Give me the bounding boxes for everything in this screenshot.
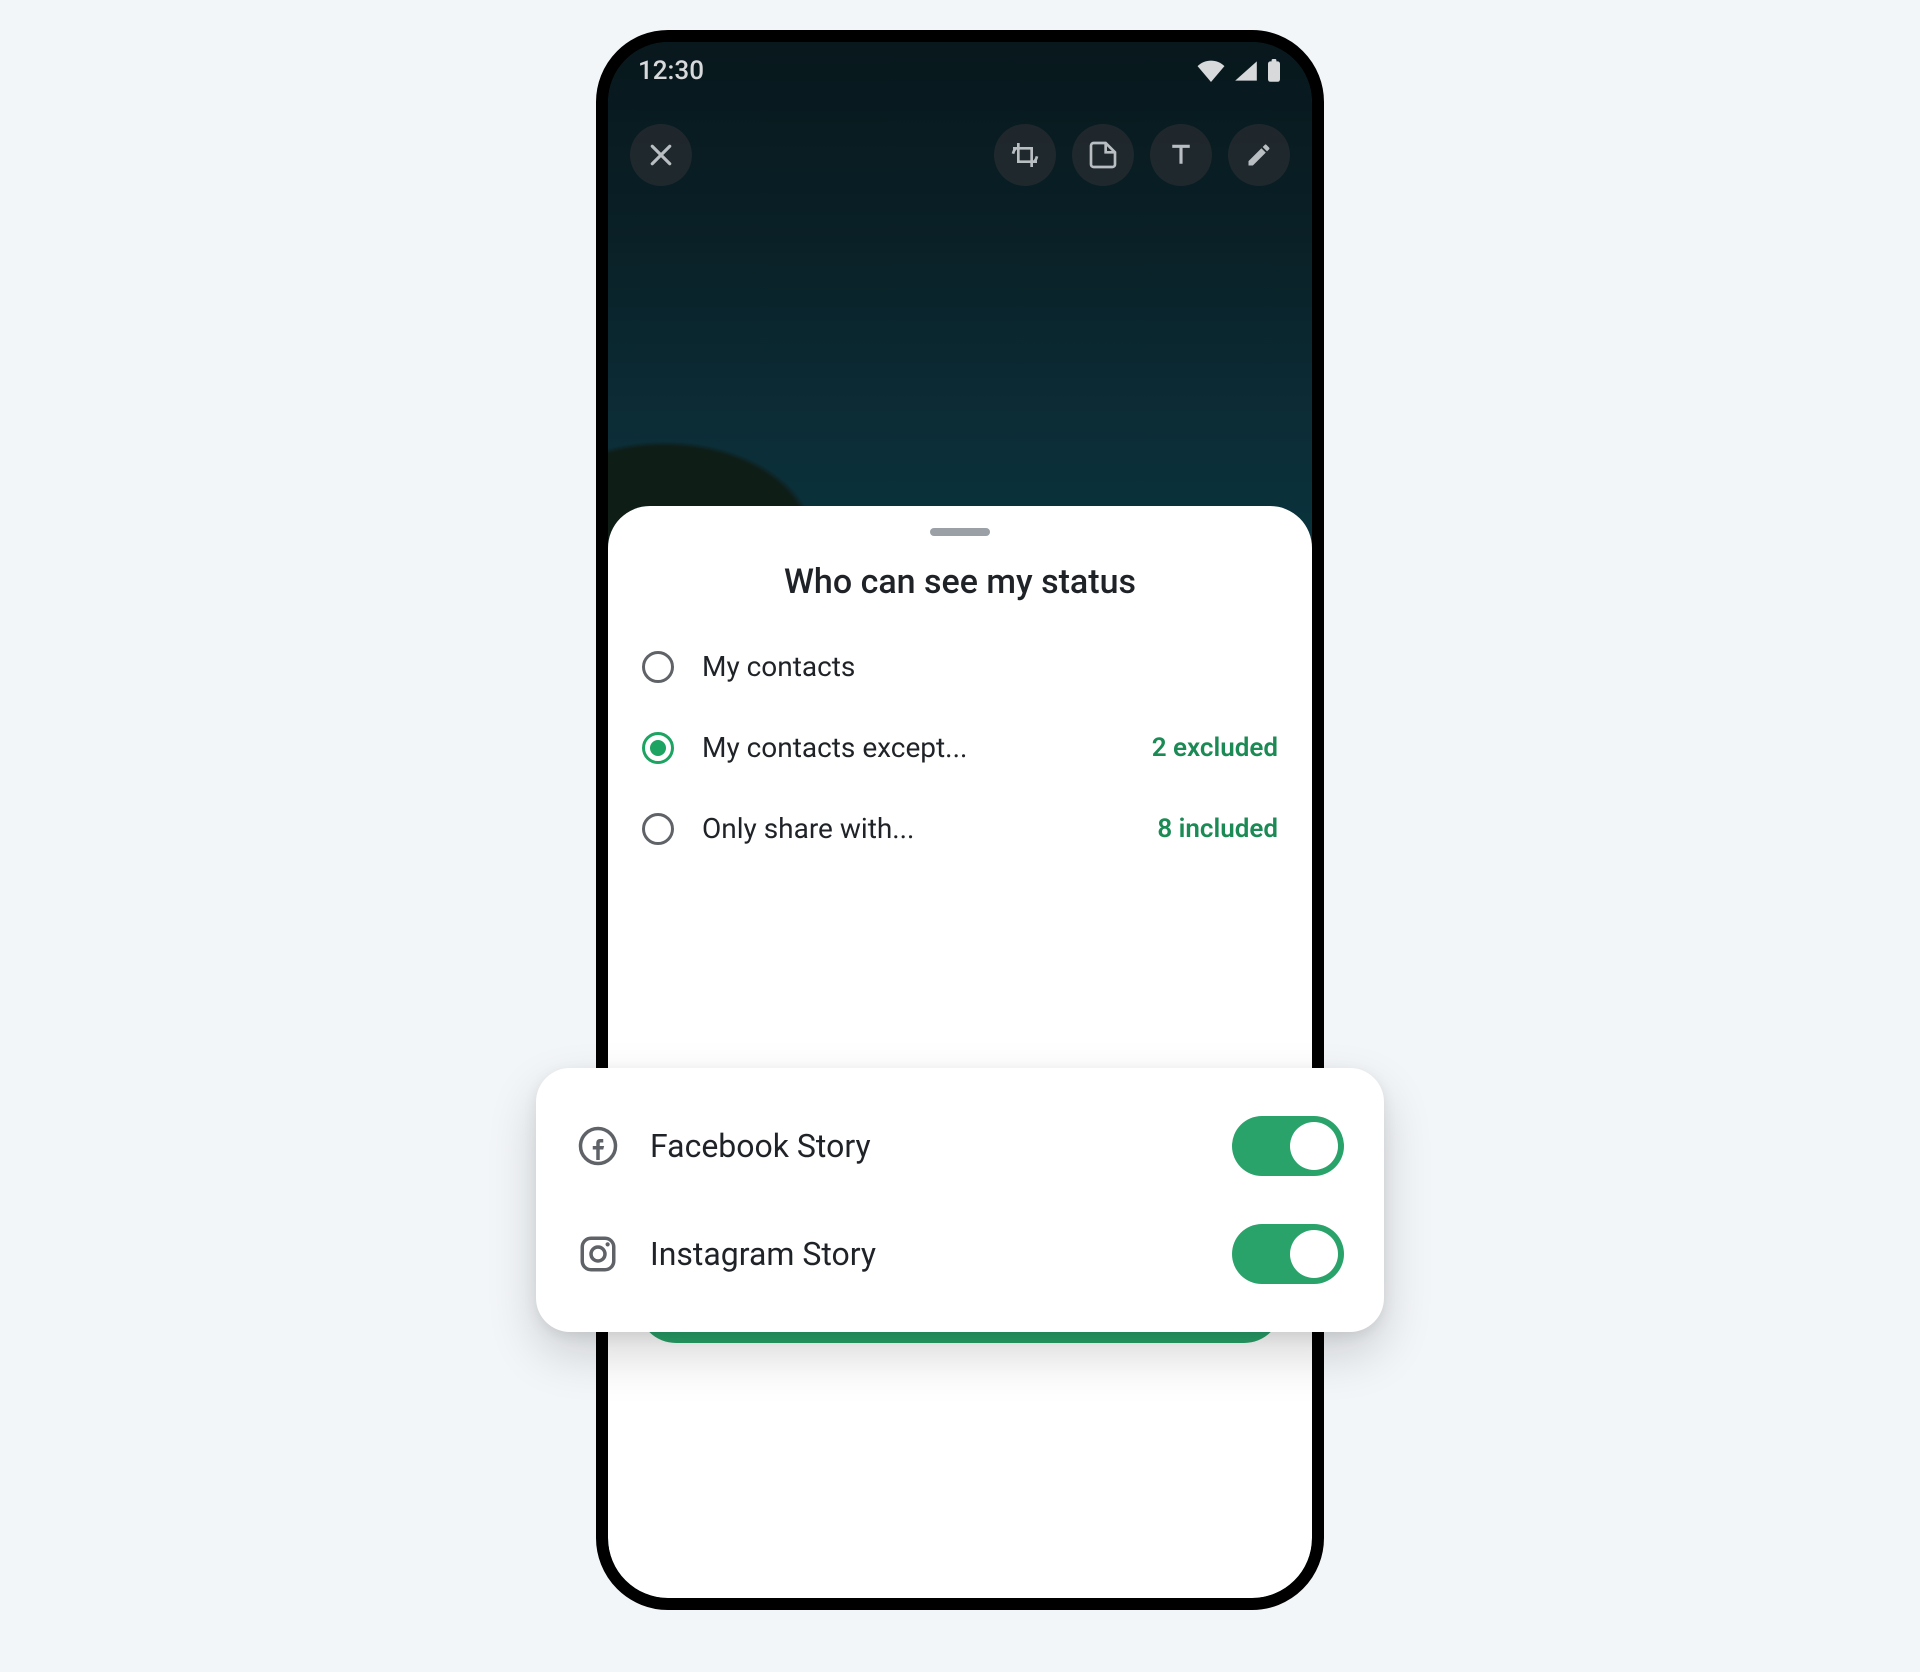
option-label: My contacts except... <box>702 731 1124 764</box>
radio-icon <box>642 651 674 683</box>
status-time: 12:30 <box>638 56 704 86</box>
radio-icon-selected <box>642 732 674 764</box>
option-contacts-except[interactable]: My contacts except... 2 excluded <box>608 707 1312 788</box>
share-instagram-row[interactable]: Instagram Story <box>576 1224 1344 1284</box>
share-callout-card: Facebook Story Instagram Story <box>536 1068 1384 1332</box>
option-note: 8 included <box>1157 814 1278 844</box>
share-label: Facebook Story <box>650 1127 1202 1165</box>
privacy-sheet: Who can see my status My contacts My con… <box>608 506 1312 1598</box>
sticker-icon <box>1087 139 1119 171</box>
facebook-toggle[interactable] <box>1232 1116 1344 1176</box>
battery-icon <box>1266 59 1282 83</box>
editor-toolbar <box>608 114 1312 196</box>
phone-screen: 12:30 <box>608 42 1312 1598</box>
sheet-drag-handle[interactable] <box>930 528 990 536</box>
crop-rotate-button[interactable] <box>994 124 1056 186</box>
status-bar: 12:30 <box>608 42 1312 100</box>
pencil-icon <box>1245 141 1273 169</box>
share-facebook-row[interactable]: Facebook Story <box>576 1116 1344 1176</box>
sticker-button[interactable] <box>1072 124 1134 186</box>
instagram-toggle[interactable] <box>1232 1224 1344 1284</box>
text-button[interactable] <box>1150 124 1212 186</box>
option-label: Only share with... <box>702 812 1129 845</box>
stage: 12:30 <box>0 0 1920 1672</box>
option-only-share-with[interactable]: Only share with... 8 included <box>608 788 1312 869</box>
radio-icon <box>642 813 674 845</box>
share-label: Instagram Story <box>650 1235 1202 1273</box>
option-note: 2 excluded <box>1152 733 1278 763</box>
text-icon <box>1166 140 1196 170</box>
crop-rotate-icon <box>1009 139 1041 171</box>
wifi-icon <box>1196 60 1226 82</box>
phone-frame: 12:30 <box>596 30 1324 1610</box>
close-button[interactable] <box>630 124 692 186</box>
facebook-icon <box>576 1124 620 1168</box>
status-icons <box>1196 59 1282 83</box>
sheet-title: Who can see my status <box>608 562 1312 602</box>
option-label: My contacts <box>702 650 1278 683</box>
instagram-icon <box>576 1232 620 1276</box>
draw-button[interactable] <box>1228 124 1290 186</box>
option-my-contacts[interactable]: My contacts <box>608 626 1312 707</box>
cellular-icon <box>1234 60 1258 82</box>
close-icon <box>646 140 676 170</box>
